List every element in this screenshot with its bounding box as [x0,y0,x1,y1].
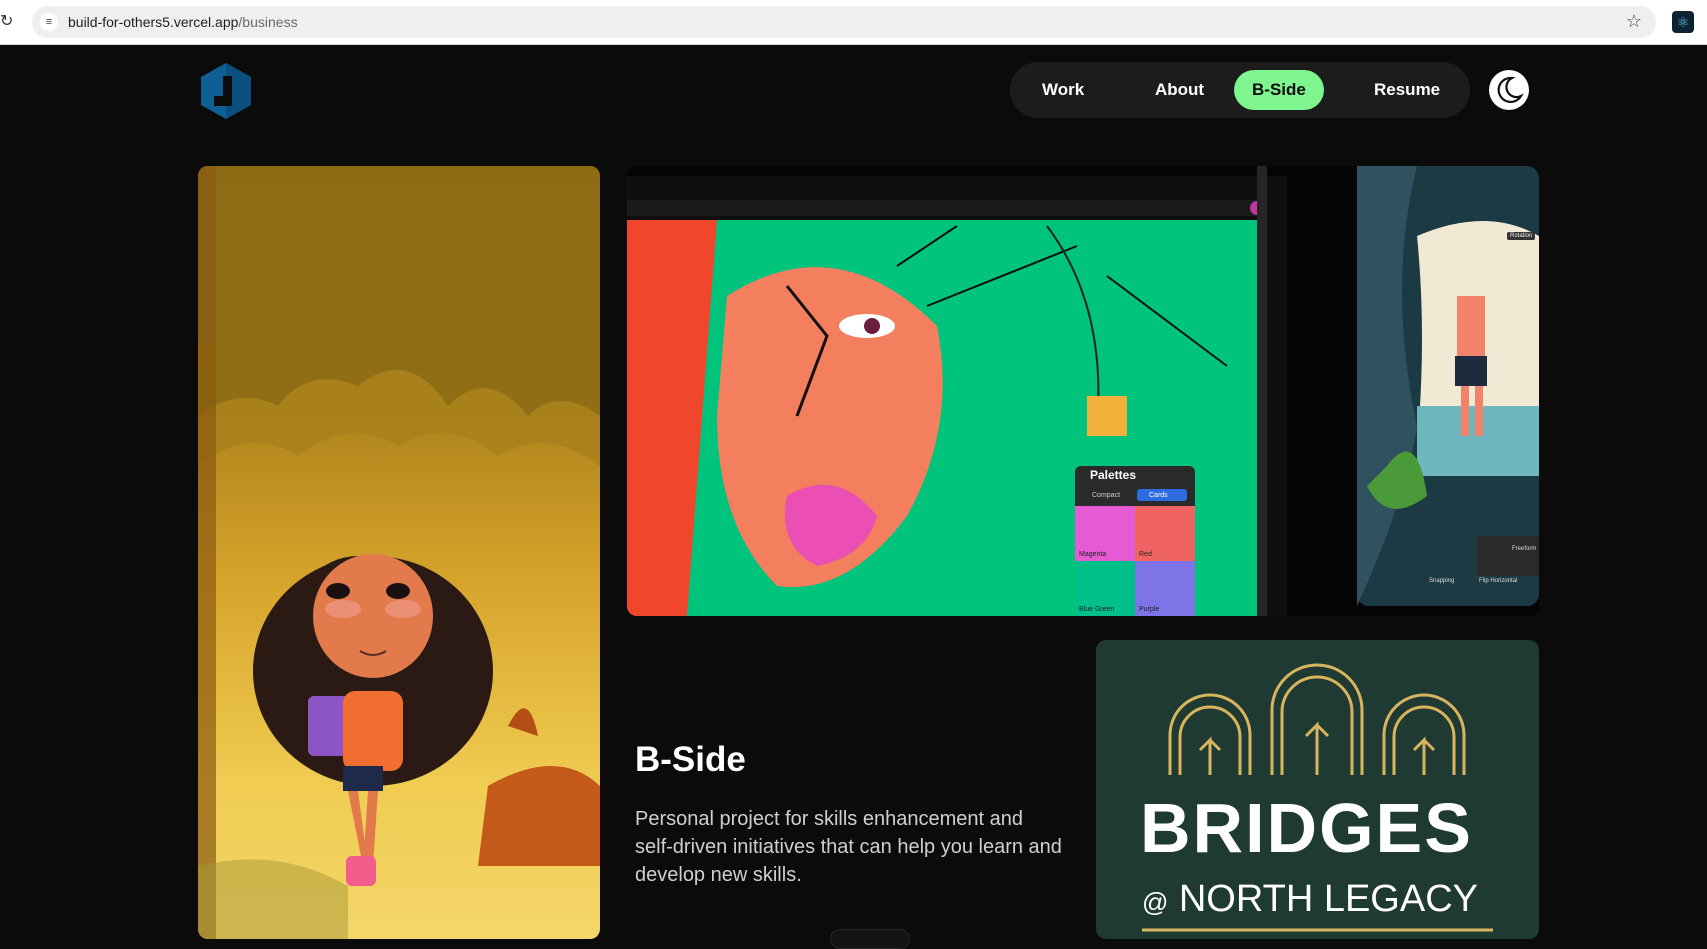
girl-illustration [198,166,600,939]
nav-about[interactable]: About [1137,70,1222,110]
section-description: Personal project for skills enhancement … [635,808,1062,886]
bridges-subtitle-text: NORTH LEGACY [1178,878,1478,920]
nav-b-side[interactable]: B-Side [1234,70,1324,110]
snapping-label: Snapping [1429,578,1455,584]
bridges-title: BRIDGES [1140,789,1473,867]
address-bar[interactable]: ≡ build-for-others5.vercel.app/business … [32,6,1656,38]
url-host: build-for-others5.vercel.app [68,14,239,30]
freeform-label: Freeform [1512,546,1537,552]
theme-toggle-button[interactable] [1489,70,1529,110]
site-info-icon[interactable]: ≡ [40,13,58,31]
palettes-panel-title: Palettes [1090,468,1137,482]
url-path: /business [238,14,298,30]
section-title: B-Side [635,740,746,779]
bookmark-star-icon[interactable]: ☆ [1626,11,1642,32]
swatch-magenta: Magenta [1079,551,1107,558]
swatch-blue-green: Blue Green [1079,606,1115,613]
bridges-subtitle: @ NORTH LEGACY [1142,878,1478,921]
palettes-tab-compact: Compact [1092,492,1121,499]
girl-illustration-card[interactable] [198,166,600,939]
extension-icon[interactable]: ⚛ [1672,11,1694,33]
nav-resume[interactable]: Resume [1356,70,1458,110]
rotation-label: Rotation [1507,232,1536,240]
swatch-red: Red [1139,551,1152,558]
view-button-partial[interactable] [830,929,910,949]
main-nav: Work About B-Side Resume [1010,62,1470,118]
url-text: build-for-others5.vercel.app/business [68,14,298,30]
browser-toolbar: ↻ ≡ build-for-others5.vercel.app/busines… [0,0,1707,45]
bridges-at-symbol: @ [1142,887,1169,917]
moon-icon [1497,76,1524,103]
bridges-logo-card[interactable]: BRIDGES @ NORTH LEGACY [1096,640,1539,939]
ipad-artwork [627,166,1539,616]
nav-work[interactable]: Work [1024,70,1102,110]
reload-icon[interactable]: ↻ [0,12,14,32]
swatch-purple: Purple [1139,606,1160,613]
site-logo[interactable] [199,62,253,120]
flip-horizontal-label: Flip Horizontal [1479,578,1518,584]
palettes-tab-cards: Cards [1149,492,1168,499]
procreate-showcase-card[interactable]: Palettes Compact Cards Magenta Red Blue … [627,166,1539,616]
